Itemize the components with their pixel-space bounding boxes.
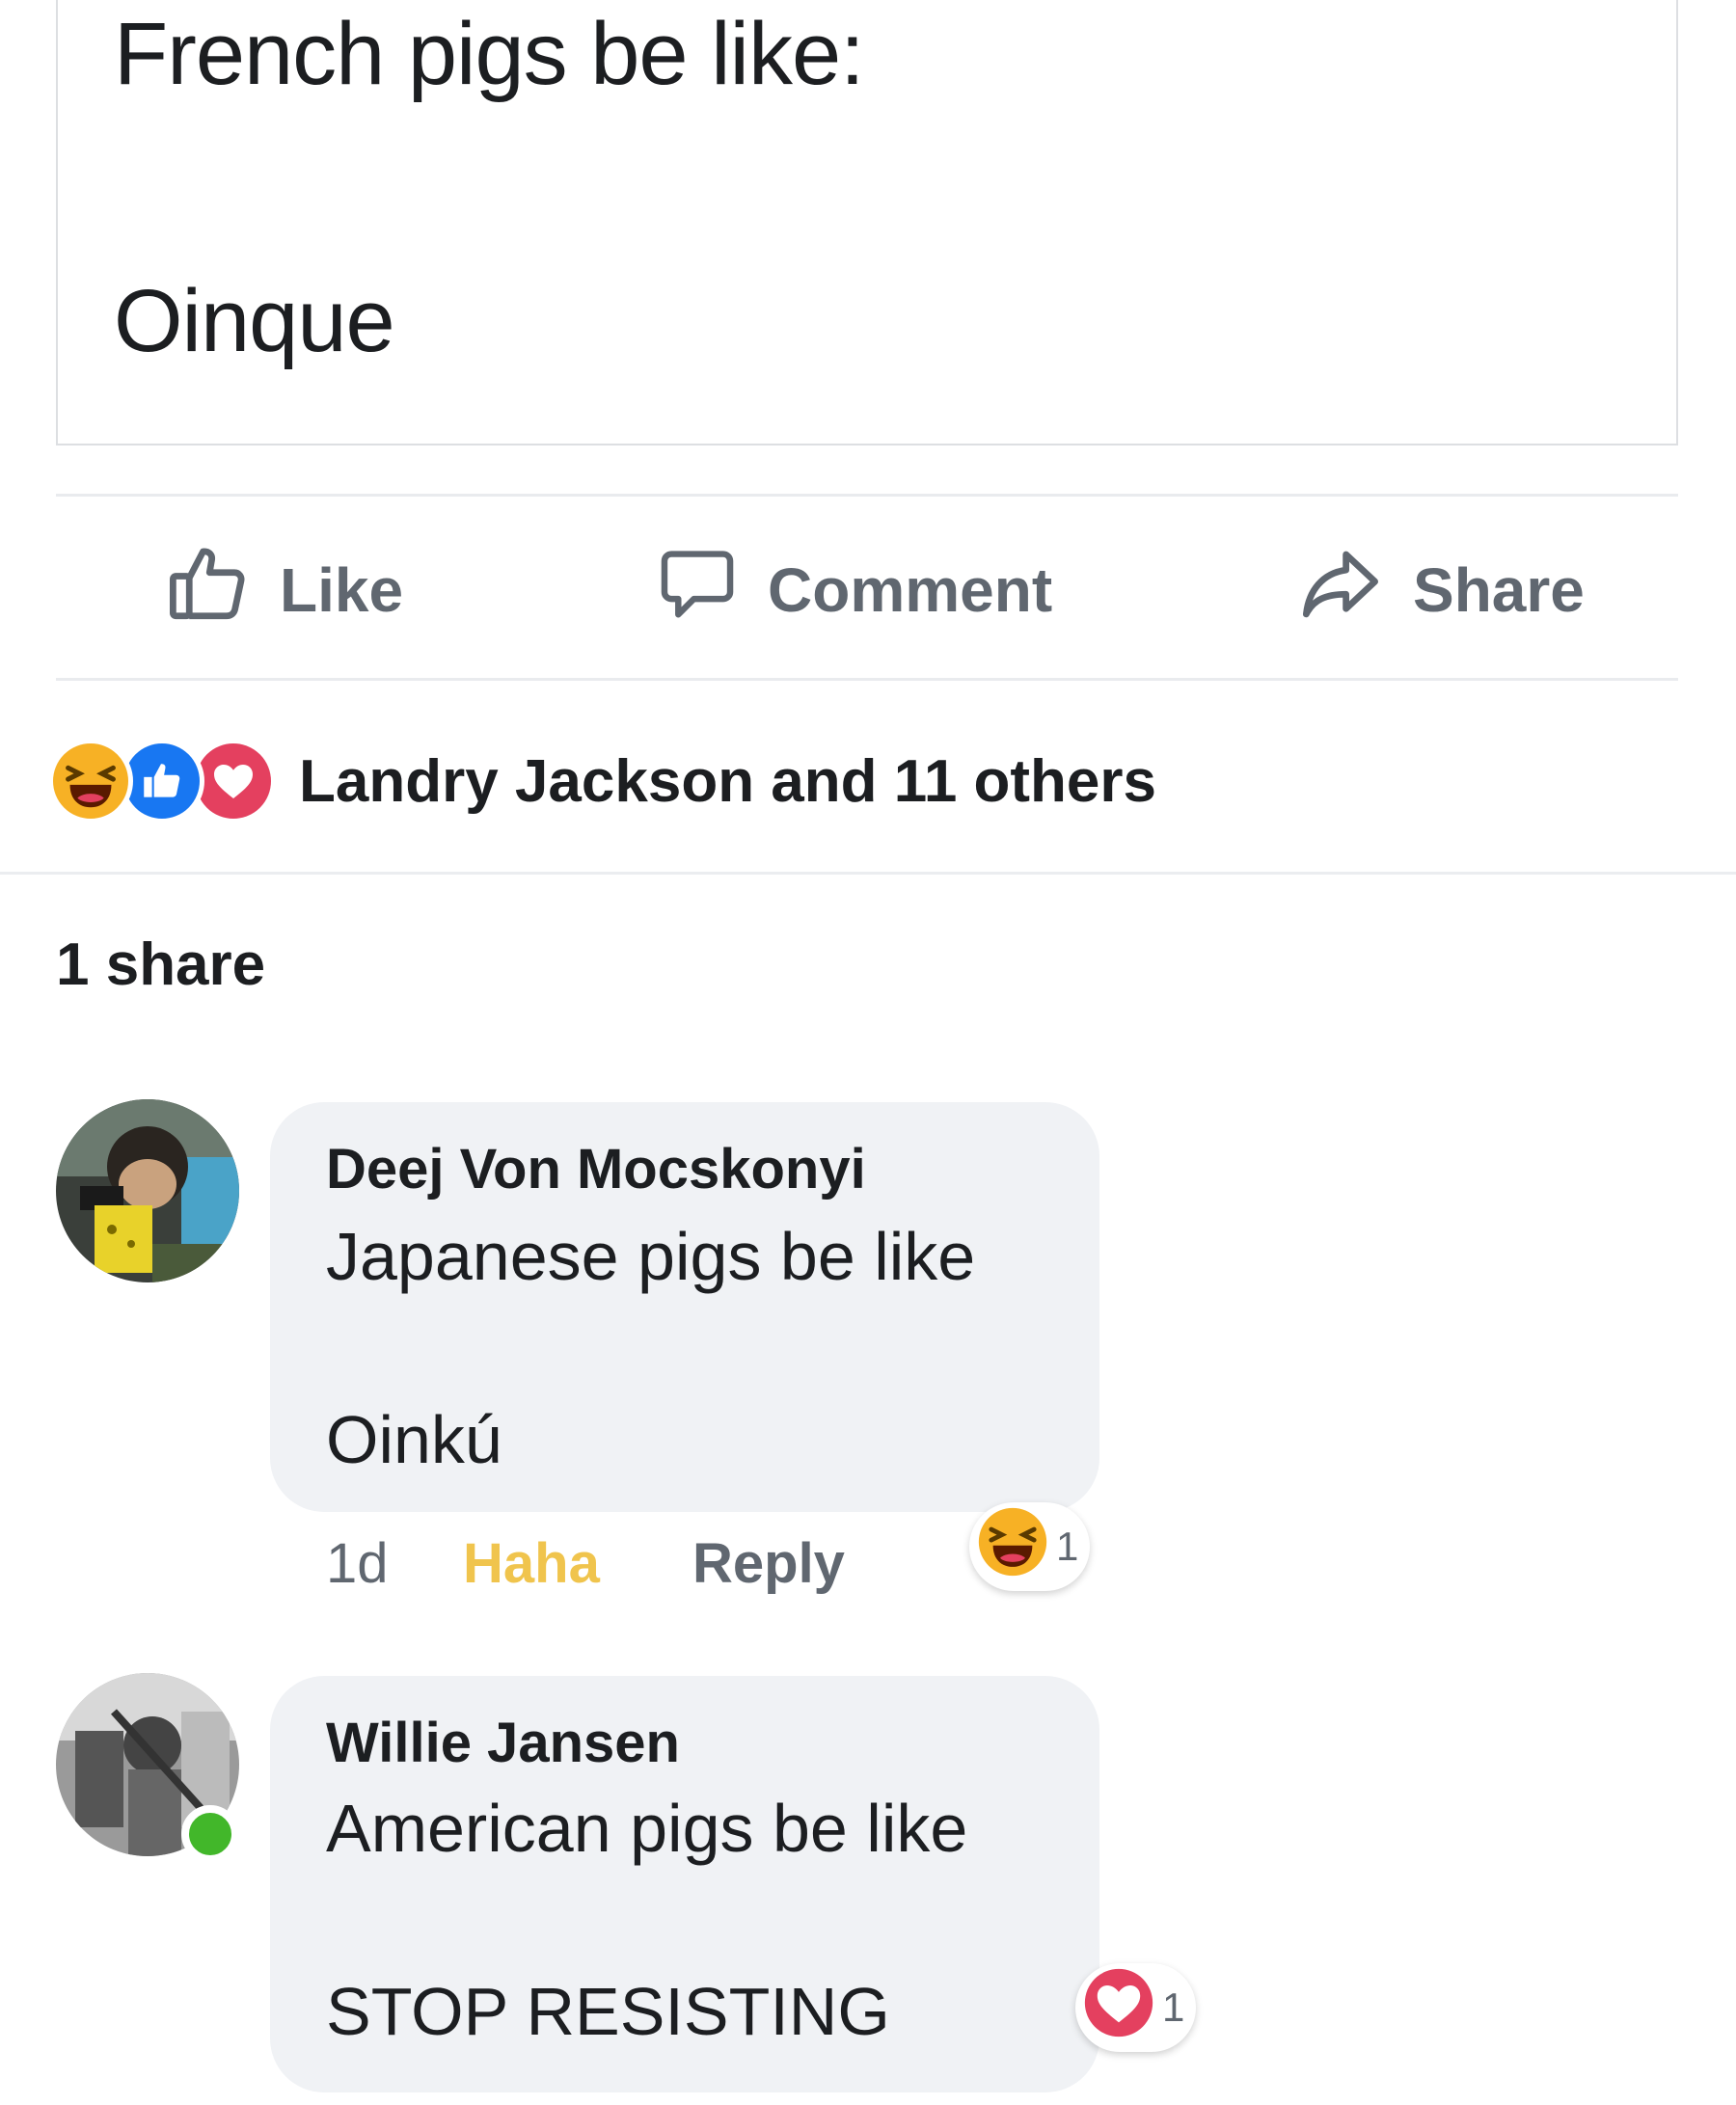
haha-icon (977, 1506, 1048, 1587)
comment-button[interactable]: Comment (656, 542, 1052, 638)
reactions-summary[interactable]: Landry Jackson and 11 others (48, 733, 1156, 829)
thumbs-up-icon (164, 540, 280, 641)
avatar[interactable] (56, 1099, 239, 1282)
online-status-indicator (181, 1805, 239, 1863)
haha-reaction-link[interactable]: Haha (463, 1531, 600, 1596)
share-button[interactable]: Share (1297, 542, 1585, 638)
like-button[interactable]: Like (164, 542, 403, 638)
comment-bubble: Deej Von Mocskonyi Japanese pigs be like… (270, 1102, 1099, 1512)
post-text-line: French pigs be like: (114, 5, 865, 103)
comment-label: Comment (768, 555, 1053, 625)
comment-icon (656, 542, 768, 639)
like-label: Like (280, 555, 404, 625)
comment-text-line: Oinkú (326, 1402, 502, 1477)
share-count[interactable]: 1 share (56, 931, 265, 999)
comment-timestamp[interactable]: 1d (326, 1531, 389, 1596)
comment-text-line: Japanese pigs be like (326, 1219, 976, 1294)
share-label: Share (1413, 555, 1585, 625)
comment-reaction-count[interactable]: 1 (969, 1502, 1091, 1591)
comment-text-line: American pigs be like (326, 1791, 968, 1866)
haha-icon (48, 739, 133, 823)
reaction-count-number: 1 (1056, 1524, 1079, 1569)
post-text-box: French pigs be like: Oinque (56, 0, 1678, 445)
post-text-line: Oinque (114, 272, 395, 370)
comment-reaction-count[interactable]: 1 (1075, 1963, 1197, 2052)
reactions-summary-text[interactable]: Landry Jackson and 11 others (299, 747, 1156, 816)
comment-text-line: STOP RESISTING (326, 1974, 890, 2049)
comment-author[interactable]: Deej Von Mocskonyi (326, 1137, 866, 1201)
share-arrow-icon (1297, 540, 1413, 641)
reaction-count-number: 1 (1162, 1984, 1185, 2030)
comment-author[interactable]: Willie Jansen (326, 1711, 680, 1775)
reply-link[interactable]: Reply (692, 1531, 845, 1596)
divider (56, 494, 1678, 497)
comment-bubble: Willie Jansen American pigs be like STOP… (270, 1676, 1099, 2092)
divider (0, 872, 1736, 875)
love-icon (1083, 1967, 1154, 2048)
divider (56, 678, 1678, 681)
